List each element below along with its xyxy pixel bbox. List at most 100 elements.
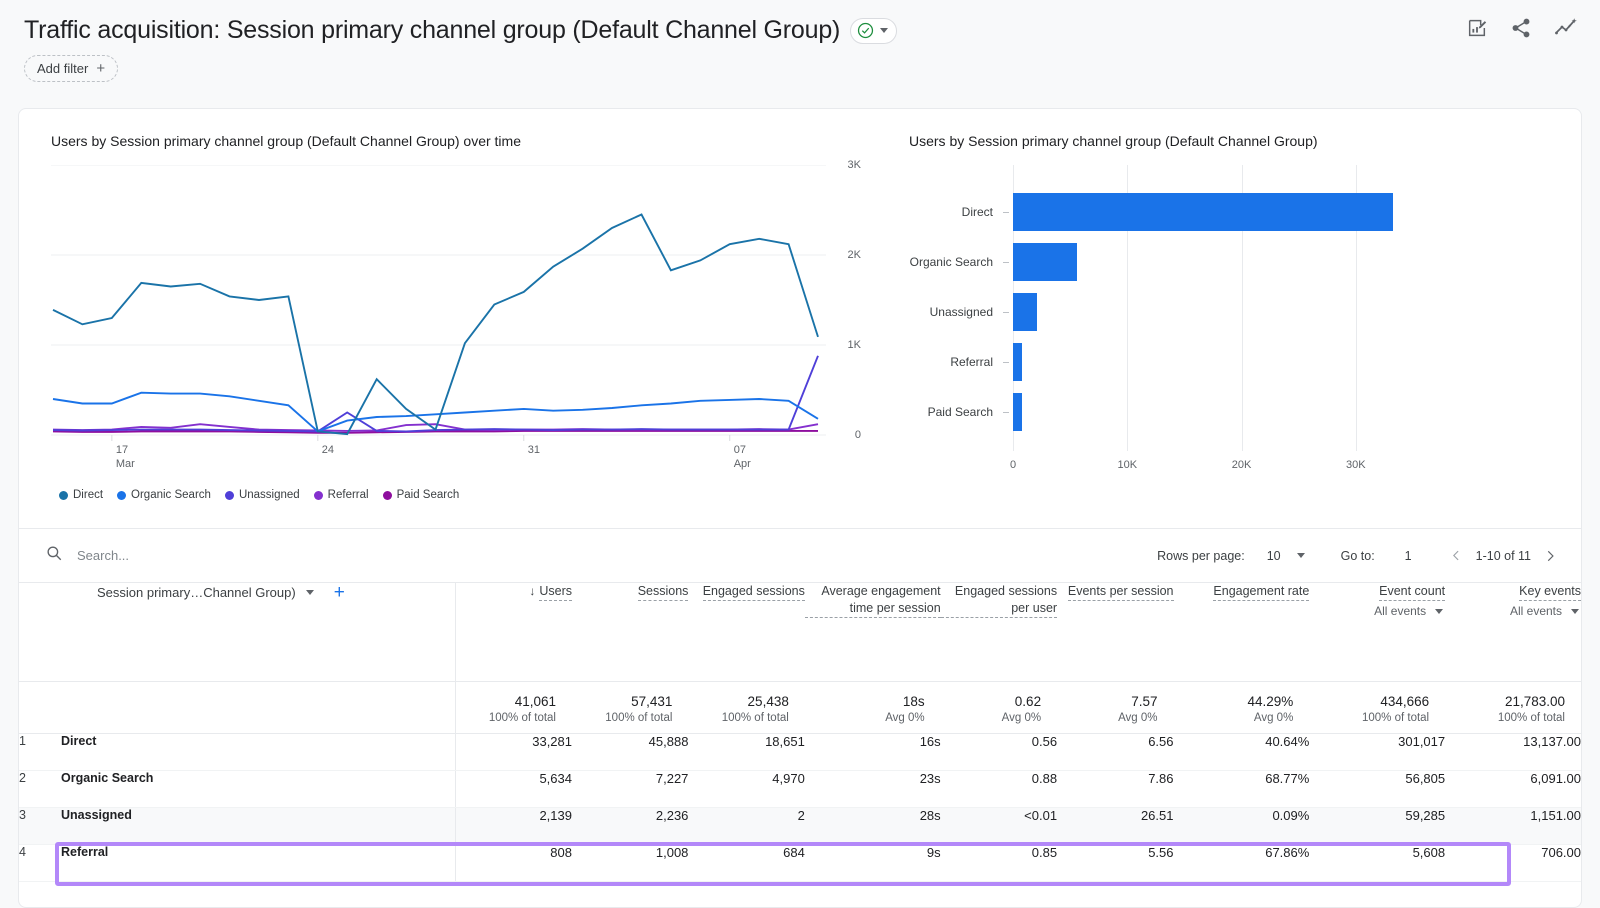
insights-icon[interactable] [1554,16,1578,40]
totals-cell: 57,431 100% of total [572,681,689,734]
legend-item-direct[interactable]: Direct [59,489,103,501]
y-axis-tick: 0 [854,429,861,441]
dimension-value: Unassigned [61,807,132,822]
metric-column-header[interactable]: Engaged sessions per user [940,583,1058,682]
bar-value-bar [1013,243,1078,281]
bar-chart-row[interactable]: Referral [907,337,1023,387]
dimension-cell[interactable]: 1 Direct [19,733,457,771]
metric-header-label[interactable]: Average engagement time per session [804,583,941,618]
search-input[interactable] [75,547,375,564]
metric-cell: 45,888 [572,733,689,771]
metric-column-header[interactable]: Engaged sessions [688,583,805,682]
legend-item-referral[interactable]: Referral [313,489,369,501]
legend-item-unassigned[interactable]: Unassigned [224,489,300,501]
goto-input[interactable]: 1 [1405,549,1412,563]
metric-header-label[interactable]: Key events [1519,583,1581,601]
table-toolbar: Rows per page: 10 Go to: 1 1-10 of 11 [19,529,1581,583]
metric-header-label[interactable]: Engaged sessions per user [940,583,1058,618]
chevron-down-icon[interactable] [880,28,889,33]
search-box[interactable] [45,544,1157,567]
metric-header-filter-label: All events [1509,604,1562,618]
metric-cell: 9s [804,844,941,882]
line-chart-svg [51,165,826,441]
bar-value-bar [1013,393,1022,431]
line-chart[interactable]: 0 1K 2K 3K 17 Mar 24 31 07 Apr [51,159,861,470]
metric-cell: 16s [804,733,941,771]
dimension-name[interactable]: Session primary…Channel Group) [97,585,296,600]
table-row[interactable]: 1 Direct 33,281 45,888 18,651 16s 0.56 6.56 40.6… [19,733,1581,771]
metric-cell: 706.00 [1445,844,1581,882]
y-axis-tick: 1K [847,339,861,351]
metric-cell: 7,227 [572,770,689,808]
totals-row: 41,061 100% of total 57,431 100% of total 25… [19,681,1581,734]
metric-header-label[interactable]: Event count [1379,583,1446,601]
metric-header-filter[interactable]: All events [1445,604,1581,618]
metric-column-header[interactable]: Events per session [1057,583,1174,682]
legend-color-dot [59,490,68,500]
metric-header-label[interactable]: Events per session [1067,583,1174,601]
dimension-cell[interactable]: 2 Organic Search [19,770,457,808]
legend-label: Unassigned [238,489,300,501]
table-row[interactable]: 2 Organic Search 5,634 7,227 4,970 23s 0.88 7.8… [19,770,1581,808]
legend-item-organic-search[interactable]: Organic Search [117,489,211,501]
chevron-down-icon[interactable] [305,590,314,595]
metric-cell: 56,805 [1309,770,1446,808]
legend-item-paid-search[interactable]: Paid Search [382,489,460,501]
metric-column-header[interactable]: ↓ Users [455,583,572,682]
legend-label: Direct [73,489,104,501]
share-icon[interactable] [1510,17,1532,39]
table-row[interactable]: 3 Unassigned 2,139 2,236 2 28s <0.01 26.51 0.09%… [19,807,1581,845]
totals-cell: 21,783.00 100% of total [1445,681,1581,734]
bar-chart-row[interactable]: Direct [907,187,1394,237]
totals-cell: 41,061 100% of total [455,681,572,734]
metric-column-header[interactable]: Event count All events [1309,583,1446,682]
add-filter-button[interactable]: Add filter + [24,55,119,82]
metric-cell: 7.86 [1057,770,1174,808]
metric-header-filter-label: All events [1374,604,1427,618]
bar-chart-title: Users by Session primary channel group (… [909,133,1318,149]
metric-header-label[interactable]: Engaged sessions [702,583,805,601]
totals-dimension-cell [19,681,457,734]
verified-status-chip[interactable] [850,17,898,44]
x-axis-tick: 17 Mar [115,444,135,470]
dimension-cell[interactable]: 3 Unassigned [19,807,457,845]
chevron-down-icon [1296,553,1305,558]
row-rank: 1 [19,733,26,748]
plus-icon: + [96,60,106,77]
bar-tick-mark [1003,411,1009,413]
next-page-button[interactable] [1537,543,1563,569]
pagination-controls: Rows per page: 10 Go to: 1 1-10 of 11 [1157,543,1563,569]
totals-comparison: 100% of total [1497,711,1565,724]
edit-chart-icon[interactable] [1466,17,1488,39]
dimension-cell[interactable]: 4 Referral [19,844,457,882]
metric-cell: 2,139 [455,807,572,845]
legend-color-dot [313,490,323,500]
plus-icon[interactable]: + [334,583,345,602]
x-axis-tick: 07 Apr [733,444,751,470]
bar-category-label: Direct [961,205,993,219]
dimension-value: Direct [61,733,97,748]
bar-chart[interactable]: 0 10K 20K 30K Direct Organic Search Unassigned… [907,165,1487,495]
metric-column-header[interactable]: Engagement rate [1173,583,1310,682]
metric-header-filter[interactable]: All events [1309,604,1445,618]
bar-x-axis-tick: 10K [1117,459,1138,471]
legend-label: Paid Search [396,489,460,501]
bar-chart-row[interactable]: Paid Search [907,387,1022,437]
prev-page-button[interactable] [1444,543,1470,569]
metric-column-header[interactable]: Key events All events [1445,583,1581,682]
line-chart-pane: Users by Session primary channel group (… [19,109,899,528]
rows-per-page-select[interactable]: 10 [1267,549,1307,563]
arrow-down-icon: ↓ [529,584,536,598]
table-row[interactable]: 4 Referral 808 1,008 684 9s 0.85 5.56 67.86% 5,60… [19,844,1581,882]
metric-column-header[interactable]: Average engagement time per session [804,583,941,682]
bar-chart-row[interactable]: Unassigned [907,287,1038,337]
metric-header-label[interactable]: Engagement rate [1213,583,1310,601]
metric-header-label[interactable]: Sessions [637,583,689,601]
totals-comparison: Avg 0% [1253,711,1294,724]
bar-chart-row[interactable]: Organic Search [907,237,1078,287]
metric-cell: 26.51 [1057,807,1174,845]
x-axis-tick: 24 [321,444,335,456]
metric-header-label[interactable]: Users [539,583,572,601]
metric-column-header[interactable]: Sessions [572,583,689,682]
totals-value: 0.62 [1014,693,1042,709]
